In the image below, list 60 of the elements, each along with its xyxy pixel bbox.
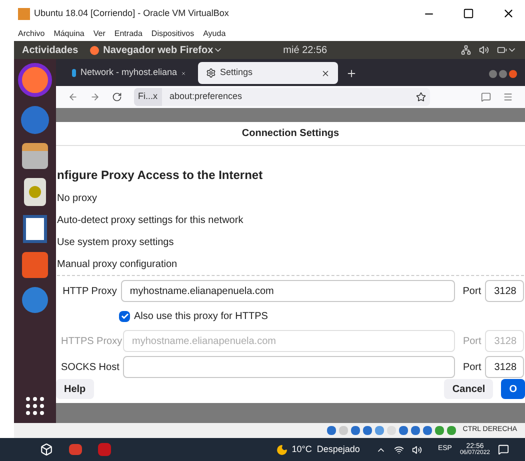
- host-field[interactable]: [123, 356, 455, 378]
- app-menu[interactable]: Navegador web Firefox: [103, 42, 214, 58]
- proxy-option[interactable]: No proxy: [57, 191, 524, 206]
- notification-icon[interactable]: [498, 444, 509, 455]
- browser-tab[interactable]: Settings: [198, 62, 338, 84]
- close-icon[interactable]: [502, 7, 515, 20]
- proxy-option[interactable]: Manual proxy configuration: [57, 257, 524, 272]
- dialog-button[interactable]: Help: [56, 379, 94, 399]
- section-heading: nfigure Proxy Access to the Internet: [57, 167, 264, 184]
- port-label: Port: [462, 334, 482, 348]
- host-field[interactable]: myhostname.elianapenuela.com: [120, 280, 455, 302]
- field-label: SOCKS Host: [61, 360, 119, 374]
- wifi-icon[interactable]: [394, 444, 404, 454]
- file-cabinet-icon[interactable]: [22, 143, 48, 169]
- dialog-title: Connection Settings: [242, 127, 340, 141]
- port-label: Port: [462, 360, 482, 374]
- app-icon[interactable]: [69, 444, 82, 455]
- close-tab-icon[interactable]: [321, 68, 330, 78]
- weather-text[interactable]: 10°C Despejado: [292, 442, 360, 456]
- menu-item[interactable]: Máquina: [54, 28, 84, 40]
- url-bar[interactable]: Fi...x about:preferences: [134, 88, 430, 106]
- dialog-button[interactable]: Cancel: [444, 379, 494, 399]
- app-grid-icon[interactable]: [26, 397, 44, 415]
- proxy-option[interactable]: Use system proxy settings: [57, 235, 524, 250]
- port-field[interactable]: 3128: [485, 280, 524, 302]
- gear-icon: [206, 68, 216, 78]
- window-title: Ubuntu 18.04 [Corriendo] - Oracle VM VirtualBox: [34, 6, 229, 20]
- forward-icon[interactable]: [90, 92, 100, 102]
- menu-item[interactable]: Entrada: [114, 28, 142, 40]
- browser-tab[interactable]: Network - myhost.eliana: [64, 62, 194, 84]
- proxy-option[interactable]: Auto-detect proxy settings for this network: [57, 213, 524, 228]
- moon-icon: [276, 444, 288, 456]
- field-label: HTTP Proxy: [62, 284, 117, 298]
- menu-item[interactable]: Archivo: [18, 28, 45, 40]
- port-label: Port: [462, 284, 482, 298]
- reload-icon[interactable]: [112, 92, 122, 102]
- url-text: about:preferences: [170, 90, 244, 104]
- cube-icon[interactable]: [40, 443, 53, 456]
- network-icon[interactable]: [461, 45, 471, 55]
- bookmark-star-icon[interactable]: [416, 92, 426, 102]
- menu-item[interactable]: Ayuda: [203, 28, 226, 40]
- menu-icon[interactable]: [503, 92, 513, 102]
- volume-icon[interactable]: [412, 444, 422, 454]
- checkbox-label: Also use this proxy for HTTPS: [134, 310, 268, 324]
- pocket-icon[interactable]: [481, 92, 491, 102]
- checkbox[interactable]: [119, 310, 130, 322]
- activities-button[interactable]: Actividades: [22, 42, 78, 58]
- battery-icon[interactable]: [497, 45, 507, 55]
- new-tab-icon[interactable]: [346, 68, 357, 79]
- menu-item[interactable]: Ver: [93, 28, 106, 40]
- menu-item[interactable]: Dispositivos: [151, 28, 194, 40]
- clock[interactable]: mié 22:56: [283, 42, 328, 58]
- document-icon[interactable]: [23, 215, 47, 243]
- port-field[interactable]: 3128: [485, 356, 524, 378]
- identity-badge[interactable]: Fi...x: [134, 88, 162, 106]
- back-icon[interactable]: [68, 92, 78, 102]
- volume-icon[interactable]: [479, 45, 489, 55]
- dialog-button[interactable]: O: [501, 379, 525, 399]
- window-controls-icon[interactable]: [489, 70, 517, 78]
- maximize-icon[interactable]: [463, 8, 474, 19]
